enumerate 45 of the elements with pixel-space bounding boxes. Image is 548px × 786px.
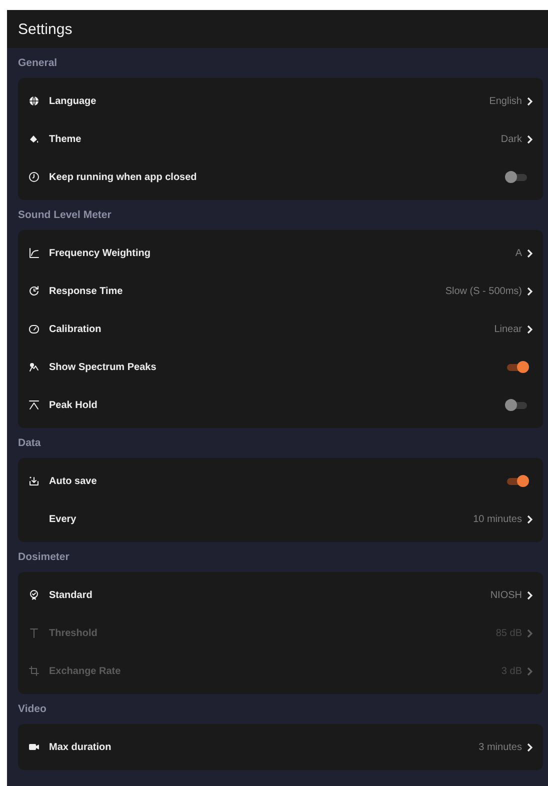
section-header: Dosimeter — [18, 550, 70, 565]
section-header: Sound Level Meter — [18, 208, 112, 223]
setting-label: Threshold — [49, 628, 98, 638]
refresh-icon — [28, 285, 40, 297]
setting-value[interactable]: English — [489, 96, 522, 106]
toggle-switch[interactable] — [505, 170, 529, 184]
setting-value[interactable]: Linear — [494, 324, 522, 334]
setting-label: Auto save — [49, 476, 98, 486]
setting-label: Calibration — [49, 324, 102, 334]
setting-label: Response Time — [49, 286, 124, 296]
setting-label: Language — [49, 96, 98, 106]
badge-icon — [28, 589, 40, 601]
chart-axes-icon — [28, 247, 40, 259]
spectrum-peak-icon — [28, 361, 40, 373]
setting-label: Keep running when app closed — [49, 172, 198, 182]
setting-label: Peak Hold — [49, 400, 98, 410]
setting-value[interactable]: A — [515, 248, 522, 258]
setting-value[interactable]: Dark — [500, 134, 522, 144]
section-header: General — [18, 56, 58, 71]
section-header: Video — [18, 702, 48, 717]
setting-label: Theme — [49, 134, 82, 144]
screen-title: Settings — [18, 20, 72, 38]
text-height-icon — [28, 627, 40, 639]
peak-hold-icon — [28, 399, 40, 411]
toggle-switch[interactable] — [505, 474, 529, 488]
clock-icon — [28, 171, 40, 183]
toggle-switch[interactable] — [505, 360, 529, 374]
video-camera-icon — [28, 741, 40, 753]
setting-value[interactable]: NIOSH — [490, 590, 522, 600]
setting-label: Every — [49, 514, 78, 524]
setting-label: Standard — [49, 590, 94, 600]
setting-value[interactable]: 3 minutes — [478, 742, 522, 752]
setting-label: Exchange Rate — [49, 666, 122, 676]
paint-bucket-icon — [28, 133, 40, 145]
globe-icon — [28, 95, 40, 107]
crop-icon — [28, 665, 40, 677]
section-header: Data — [18, 436, 42, 451]
download-tray-icon — [28, 475, 40, 487]
setting-label: Show Spectrum Peaks — [49, 362, 158, 372]
gauge-icon — [28, 323, 40, 335]
setting-value[interactable]: Slow (S - 500ms) — [445, 286, 522, 296]
setting-value[interactable]: 10 minutes — [473, 514, 522, 524]
setting-label: Frequency Weighting — [49, 248, 152, 258]
setting-label: Max duration — [49, 742, 112, 752]
toggle-switch[interactable] — [505, 398, 529, 412]
